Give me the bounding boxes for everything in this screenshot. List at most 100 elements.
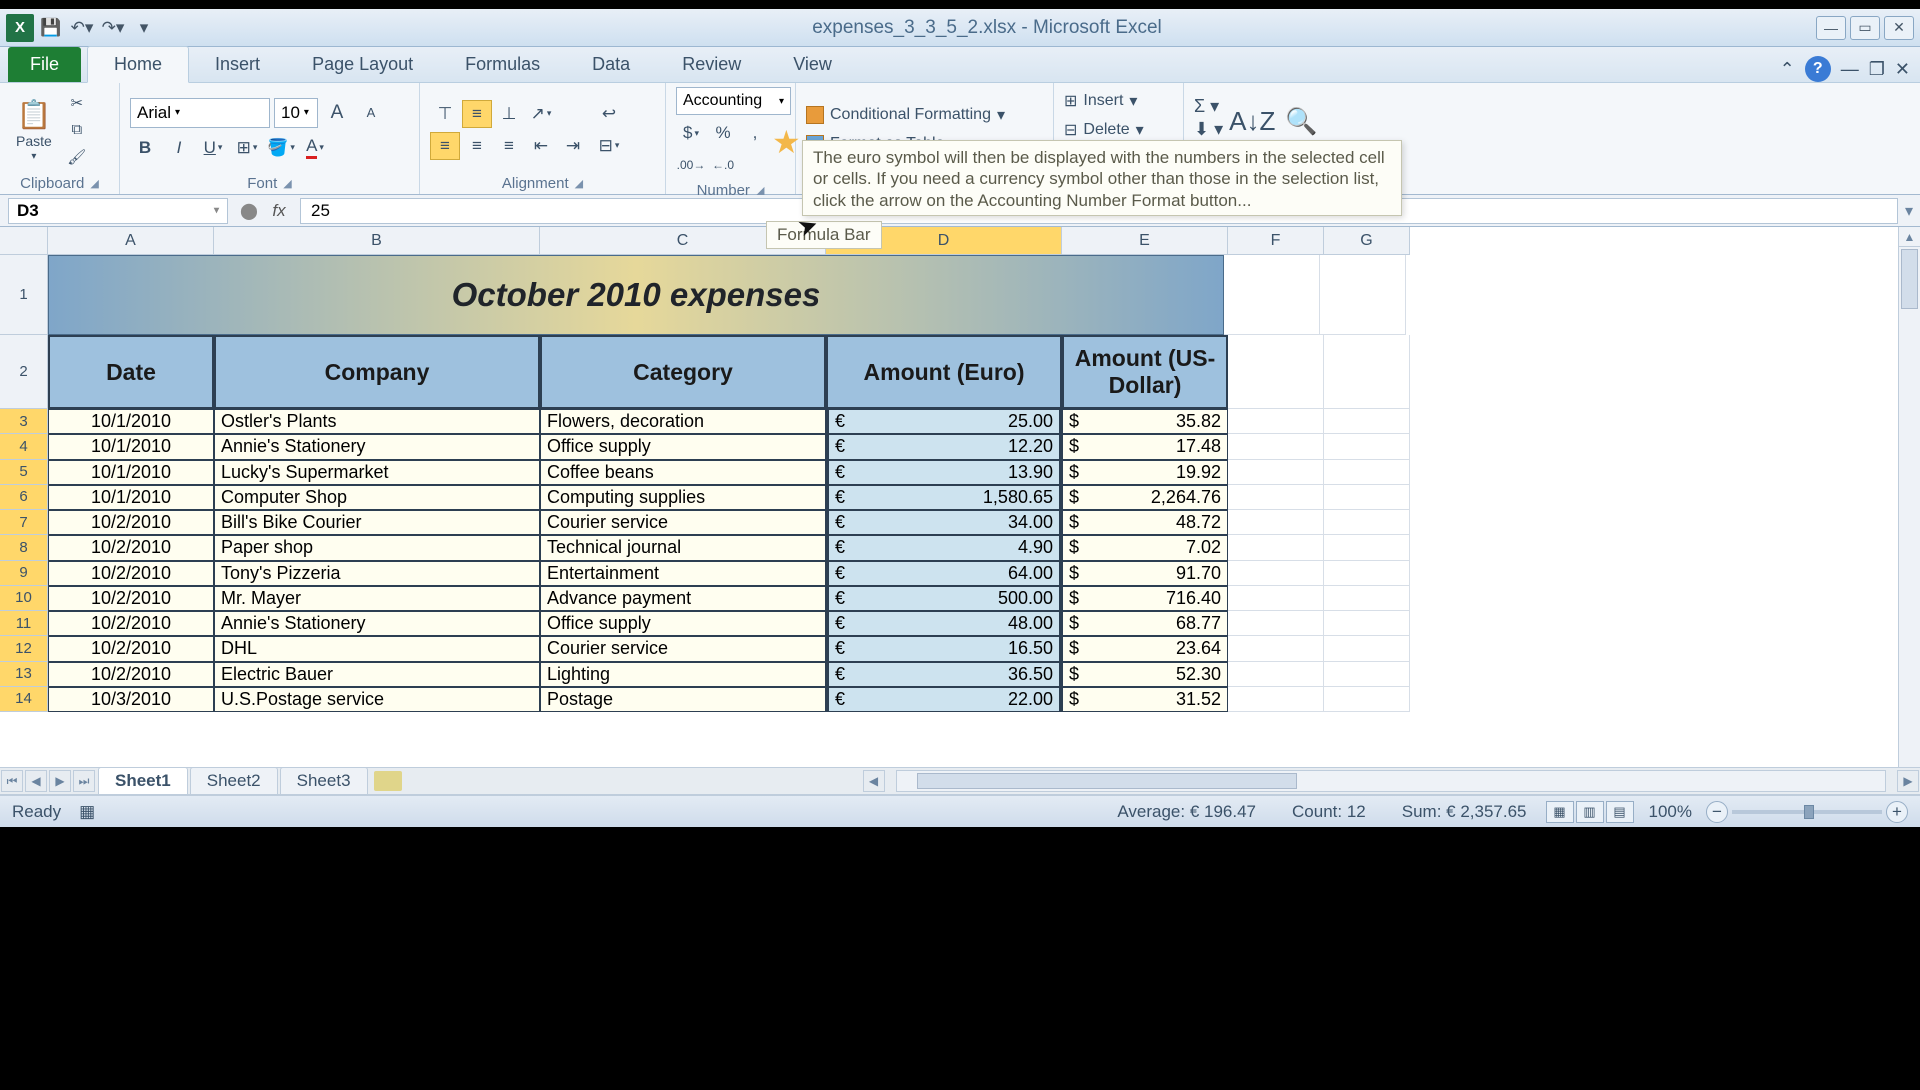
cell-date[interactable]: 10/1/2010 <box>48 460 214 485</box>
cell-category[interactable]: Computing supplies <box>540 485 826 510</box>
maximize-button[interactable]: ▭ <box>1850 16 1880 40</box>
col-header-f[interactable]: F <box>1228 227 1324 255</box>
cell-amount-euro[interactable]: €500.00 <box>826 586 1062 611</box>
row-header[interactable]: 4 <box>0 434 48 459</box>
cell-company[interactable]: Paper shop <box>214 535 540 560</box>
align-center-icon[interactable]: ≡ <box>462 132 492 160</box>
close-button[interactable]: ✕ <box>1884 16 1914 40</box>
header-amount-usd[interactable]: Amount (US-Dollar) <box>1062 335 1228 409</box>
cell-blank[interactable] <box>1228 510 1324 535</box>
title-merged-cell[interactable]: October 2010 expenses <box>48 255 1224 335</box>
cell-date[interactable]: 10/2/2010 <box>48 510 214 535</box>
cell-f1[interactable] <box>1224 255 1320 335</box>
increase-decimal-icon[interactable]: .00→ <box>676 151 706 179</box>
cell-category[interactable]: Office supply <box>540 611 826 636</box>
row-header[interactable]: 3 <box>0 409 48 434</box>
underline-button[interactable]: U▾ <box>198 134 228 162</box>
cell-blank[interactable] <box>1228 485 1324 510</box>
cell-blank[interactable] <box>1324 485 1410 510</box>
zoom-slider[interactable] <box>1732 810 1882 814</box>
cell-amount-euro[interactable]: €13.90 <box>826 460 1062 485</box>
row-header[interactable]: 5 <box>0 460 48 485</box>
cell-amount-usd[interactable]: $7.02 <box>1062 535 1228 560</box>
cell-amount-euro[interactable]: €12.20 <box>826 434 1062 459</box>
copy-icon[interactable]: ⧉ <box>64 118 90 142</box>
row-header[interactable]: 7 <box>0 510 48 535</box>
cell-amount-euro[interactable]: €16.50 <box>826 636 1062 661</box>
cell-amount-usd[interactable]: $23.64 <box>1062 636 1228 661</box>
cell-date[interactable]: 10/2/2010 <box>48 586 214 611</box>
increase-indent-icon[interactable]: ⇥ <box>558 132 588 160</box>
cell-company[interactable]: Computer Shop <box>214 485 540 510</box>
cell-blank[interactable] <box>1228 561 1324 586</box>
hscroll-right-icon[interactable]: ▶ <box>1897 770 1919 792</box>
decrease-decimal-icon[interactable]: ←.0 <box>708 151 738 179</box>
cell-f2[interactable] <box>1228 335 1324 409</box>
row-header[interactable]: 13 <box>0 662 48 687</box>
row-header[interactable]: 11 <box>0 611 48 636</box>
cell-blank[interactable] <box>1228 409 1324 434</box>
italic-button[interactable]: I <box>164 134 194 162</box>
autosum-icon[interactable]: Σ ▾ <box>1194 96 1223 117</box>
header-amount-euro[interactable]: Amount (Euro) <box>826 335 1062 409</box>
cell-company[interactable]: Annie's Stationery <box>214 434 540 459</box>
cell-category[interactable]: Flowers, decoration <box>540 409 826 434</box>
align-top-icon[interactable]: ⊤ <box>430 100 460 128</box>
macro-record-icon[interactable]: ▦ <box>79 802 95 822</box>
cell-blank[interactable] <box>1228 687 1324 712</box>
sheet2-tab[interactable]: Sheet2 <box>190 767 278 795</box>
cell-category[interactable]: Technical journal <box>540 535 826 560</box>
cell-date[interactable]: 10/2/2010 <box>48 535 214 560</box>
view-tab[interactable]: View <box>767 47 858 82</box>
cell-company[interactable]: Mr. Mayer <box>214 586 540 611</box>
doc-restore-icon[interactable]: ❐ <box>1869 59 1885 80</box>
col-header-e[interactable]: E <box>1062 227 1228 255</box>
cell-company[interactable]: U.S.Postage service <box>214 687 540 712</box>
cell-category[interactable]: Entertainment <box>540 561 826 586</box>
cell-category[interactable]: Advance payment <box>540 586 826 611</box>
cell-g2[interactable] <box>1324 335 1410 409</box>
row-header[interactable]: 6 <box>0 485 48 510</box>
cell-amount-usd[interactable]: $91.70 <box>1062 561 1228 586</box>
cell-blank[interactable] <box>1324 460 1410 485</box>
cell-company[interactable]: Electric Bauer <box>214 662 540 687</box>
insert-cells-button[interactable]: ⊞ Insert ▾ <box>1064 89 1150 114</box>
align-right-icon[interactable]: ≡ <box>494 132 524 160</box>
row-header-2[interactable]: 2 <box>0 335 48 409</box>
new-sheet-icon[interactable] <box>374 771 402 791</box>
review-tab[interactable]: Review <box>656 47 767 82</box>
cell-company[interactable]: Bill's Bike Courier <box>214 510 540 535</box>
normal-view-icon[interactable]: ▦ <box>1546 801 1574 823</box>
increase-font-icon[interactable]: A <box>322 99 352 127</box>
cell-date[interactable]: 10/1/2010 <box>48 434 214 459</box>
select-all-corner[interactable] <box>0 227 48 255</box>
wrap-text-icon[interactable]: ↩ <box>594 100 624 128</box>
align-middle-icon[interactable]: ≡ <box>462 100 492 128</box>
cell-date[interactable]: 10/1/2010 <box>48 485 214 510</box>
header-date[interactable]: Date <box>48 335 214 409</box>
zoom-percent[interactable]: 100% <box>1649 802 1692 822</box>
cell-amount-euro[interactable]: €34.00 <box>826 510 1062 535</box>
cell-date[interactable]: 10/2/2010 <box>48 561 214 586</box>
cell-g1[interactable] <box>1320 255 1406 335</box>
formulas-tab[interactable]: Formulas <box>439 47 566 82</box>
sheet3-tab[interactable]: Sheet3 <box>280 767 368 795</box>
cell-company[interactable]: Tony's Pizzeria <box>214 561 540 586</box>
format-painter-icon[interactable]: 🖌 <box>64 145 90 169</box>
cell-blank[interactable] <box>1228 586 1324 611</box>
cell-blank[interactable] <box>1324 687 1410 712</box>
cell-blank[interactable] <box>1324 662 1410 687</box>
cell-amount-usd[interactable]: $31.52 <box>1062 687 1228 712</box>
cell-blank[interactable] <box>1324 409 1410 434</box>
cell-amount-usd[interactable]: $68.77 <box>1062 611 1228 636</box>
cell-blank[interactable] <box>1324 535 1410 560</box>
page-break-view-icon[interactable]: ▤ <box>1606 801 1634 823</box>
cell-blank[interactable] <box>1324 636 1410 661</box>
cell-amount-usd[interactable]: $35.82 <box>1062 409 1228 434</box>
cell-blank[interactable] <box>1228 434 1324 459</box>
name-box[interactable]: D3▾ <box>8 198 228 224</box>
minimize-ribbon-icon[interactable]: ⌃ <box>1780 59 1795 80</box>
alignment-launcher-icon[interactable]: ◢ <box>575 177 583 190</box>
accounting-format-icon[interactable]: $▾ <box>676 119 706 147</box>
orientation-icon[interactable]: ↗▾ <box>526 100 556 128</box>
